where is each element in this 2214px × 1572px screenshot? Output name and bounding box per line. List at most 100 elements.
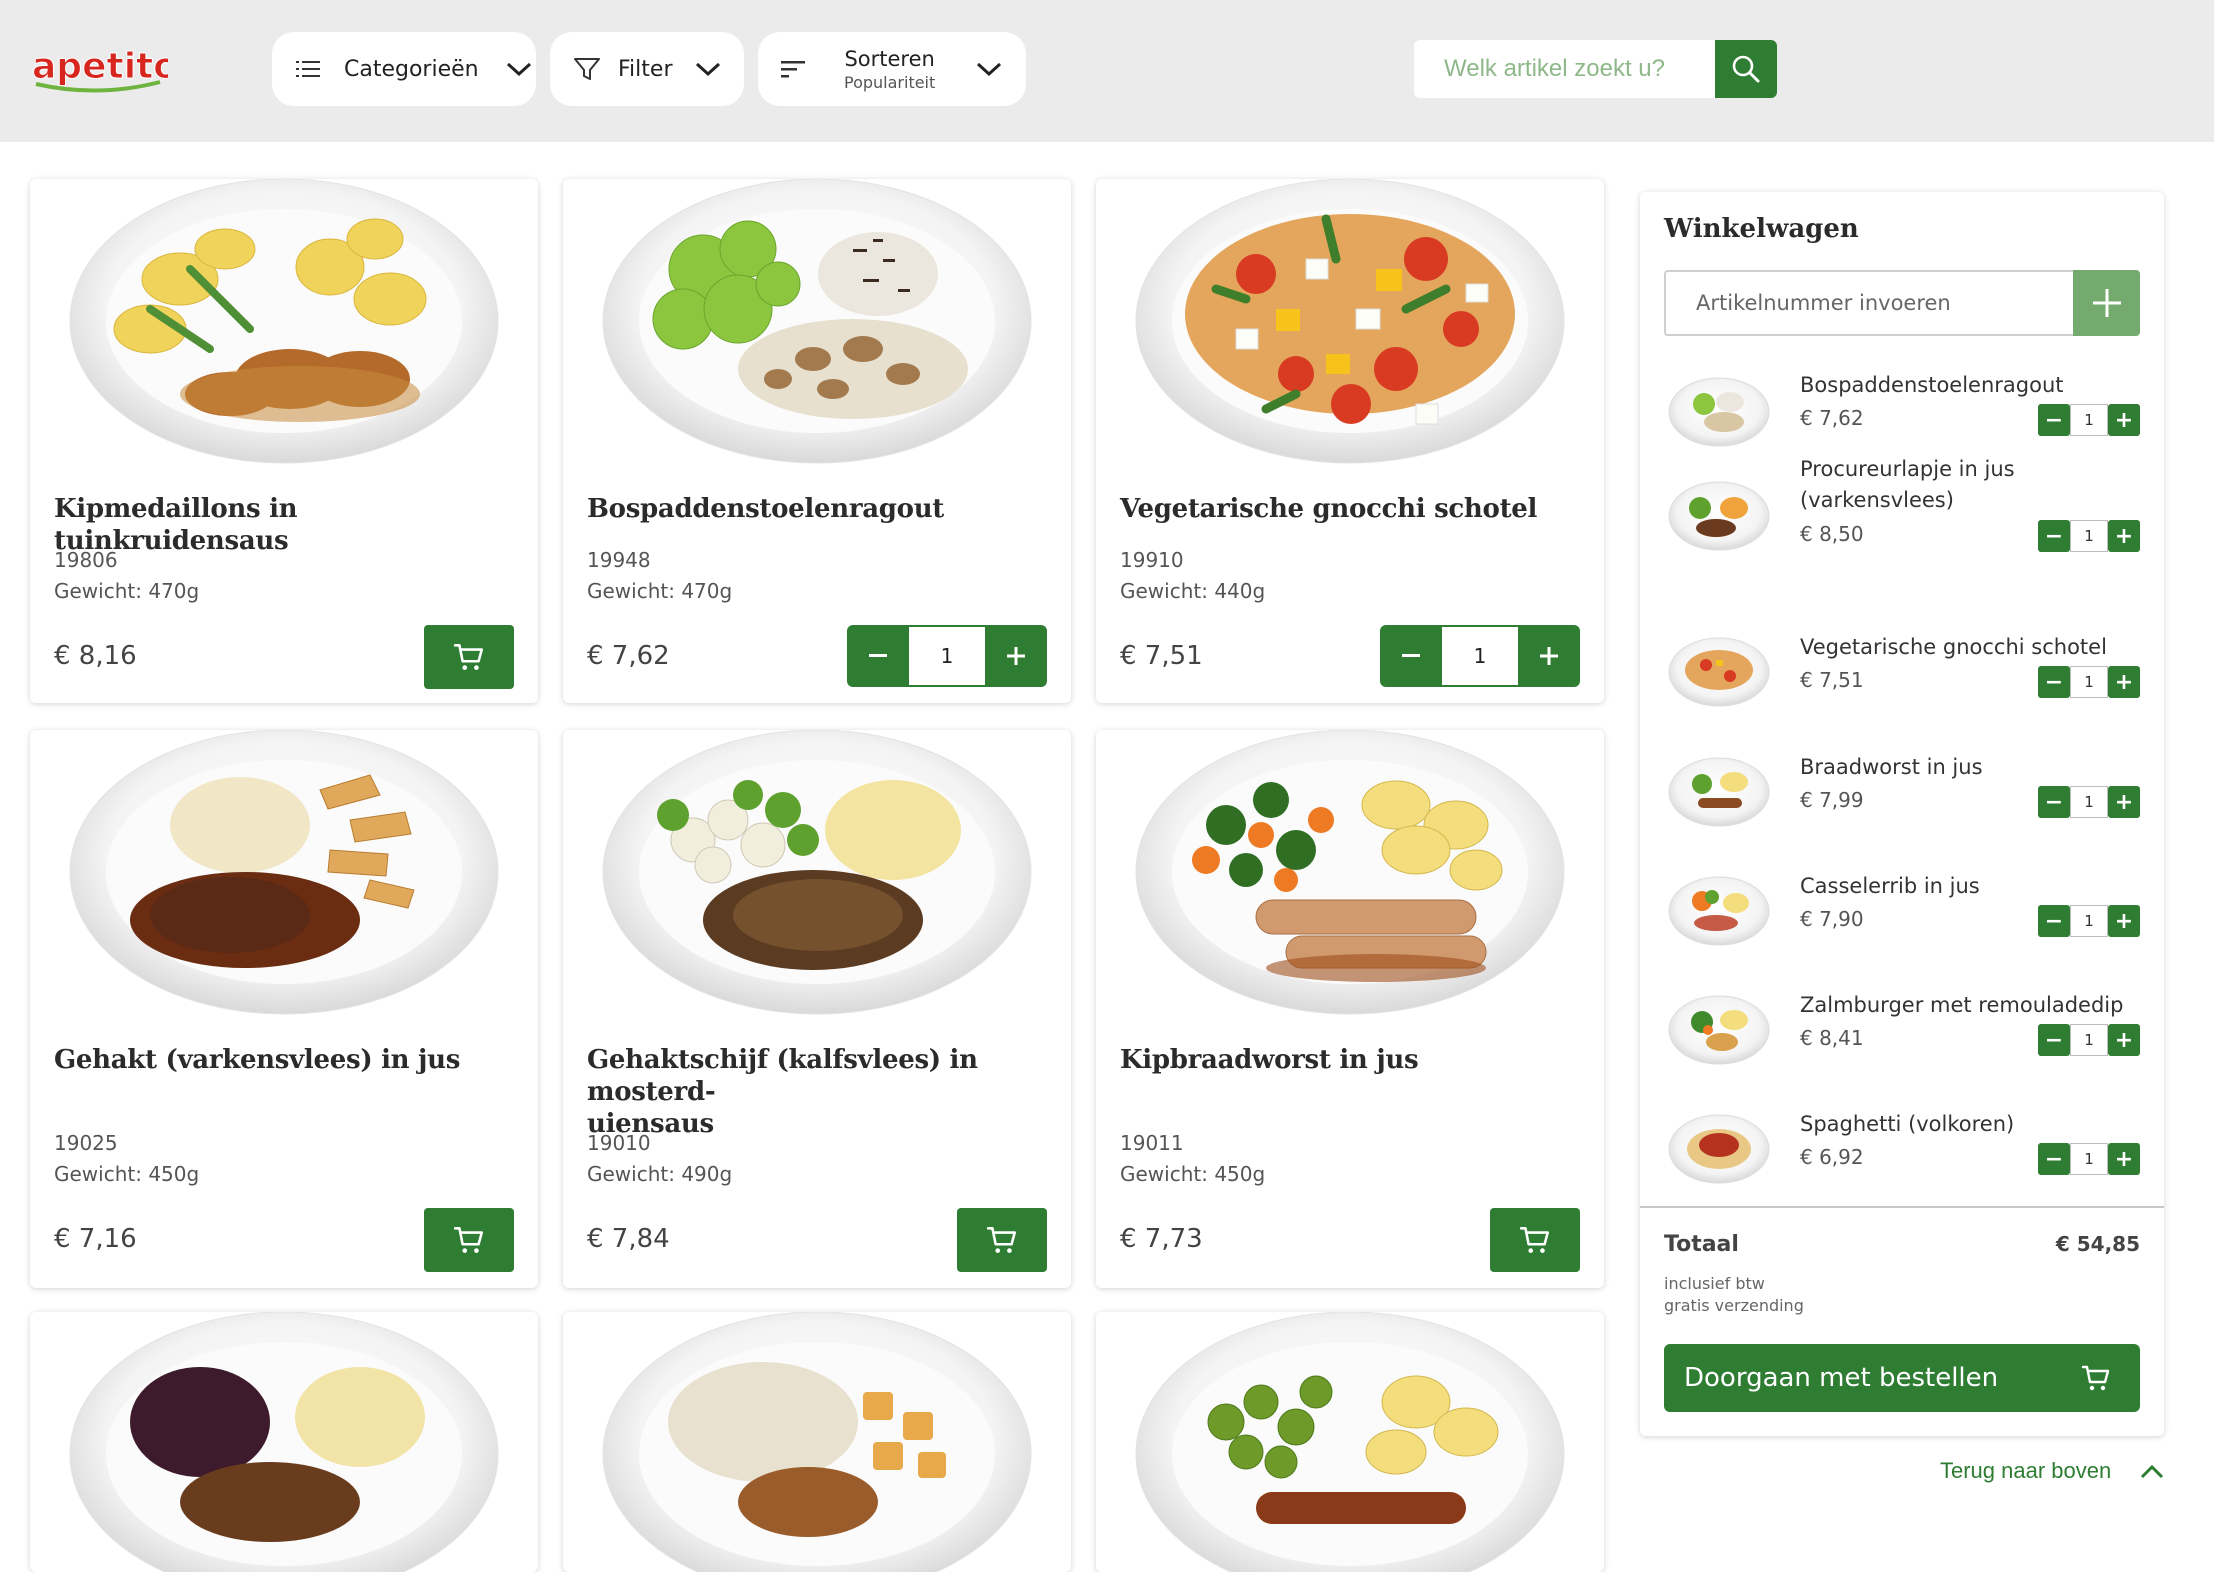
quantity-value[interactable]: 1 [2070, 1024, 2108, 1056]
checkout-button[interactable]: Doorgaan met bestellen [1664, 1344, 2140, 1412]
article-number-input[interactable] [1664, 270, 2073, 336]
increase-button[interactable]: + [2108, 520, 2140, 552]
add-article-button[interactable] [2073, 270, 2140, 336]
quantity-value[interactable]: 1 [2070, 786, 2108, 818]
product-card[interactable] [1096, 1312, 1604, 1572]
vat-note: inclusief btw [1664, 1274, 1765, 1293]
cart-item-price: € 7,51 [1800, 668, 1864, 692]
quantity-stepper[interactable]: 1 [847, 625, 1047, 687]
increase-button[interactable] [985, 625, 1047, 687]
product-card[interactable]: Gehaktschijf (kalfsvlees) in mosterd- ui… [563, 730, 1071, 1288]
divider [1640, 1206, 2164, 1208]
quantity-stepper[interactable]: − 1 + [2038, 1143, 2140, 1175]
quantity-value[interactable]: 1 [1442, 625, 1518, 687]
product-weight: Gewicht: 440g [1120, 579, 1266, 603]
product-photo[interactable] [30, 730, 538, 1020]
quantity-value[interactable]: 1 [2070, 520, 2108, 552]
product-name[interactable]: Kipbraadworst in jus [1120, 1044, 1580, 1076]
quantity-stepper[interactable]: − 1 + [2038, 905, 2140, 937]
decrease-button[interactable] [847, 625, 909, 687]
product-photo[interactable] [30, 1312, 538, 1572]
cart-item-thumbnail[interactable] [1664, 990, 1774, 1070]
product-photo[interactable] [563, 1312, 1071, 1572]
product-name[interactable]: Gehaktschijf (kalfsvlees) in mosterd- ui… [587, 1044, 1047, 1140]
product-card[interactable] [563, 1312, 1071, 1572]
cart-item-name: Braadworst in jus [1800, 755, 1983, 779]
decrease-button[interactable]: − [2038, 520, 2070, 552]
decrease-button[interactable]: − [2038, 905, 2070, 937]
search-button[interactable] [1715, 40, 1777, 98]
quantity-stepper[interactable]: − 1 + [2038, 1024, 2140, 1056]
increase-button[interactable]: + [2108, 404, 2140, 436]
sort-dropdown[interactable]: Sorteren Populariteit [758, 32, 1026, 106]
quantity-value[interactable]: 1 [2070, 666, 2108, 698]
categories-dropdown[interactable]: Categorieën [272, 32, 536, 106]
apetito-logo[interactable]: apetito [28, 40, 178, 96]
product-name[interactable]: Bospaddenstoelenragout [587, 493, 1047, 525]
quantity-stepper[interactable]: − 1 + [2038, 520, 2140, 552]
cart-item-thumbnail[interactable] [1664, 752, 1774, 832]
cart-item-thumbnail[interactable] [1664, 632, 1774, 712]
product-price: € 7,84 [587, 1224, 670, 1254]
product-price: € 7,62 [587, 641, 670, 671]
quantity-value[interactable]: 1 [2070, 905, 2108, 937]
product-photo[interactable] [30, 179, 538, 469]
decrease-button[interactable]: − [2038, 1024, 2070, 1056]
decrease-button[interactable]: − [2038, 1143, 2070, 1175]
cart-item-thumbnail[interactable] [1664, 871, 1774, 951]
increase-button[interactable]: + [2108, 1143, 2140, 1175]
product-card[interactable]: Gehakt (varkensvlees) in jus 19025 Gewic… [30, 730, 538, 1288]
product-card[interactable]: Vegetarische gnocchi schotel 19910 Gewic… [1096, 179, 1604, 703]
product-card[interactable]: Kipbraadworst in jus 19011 Gewicht: 450g… [1096, 730, 1604, 1288]
search-input[interactable] [1414, 40, 1716, 98]
decrease-button[interactable]: − [2038, 666, 2070, 698]
product-card[interactable]: Kipmedaillons in tuinkruidensaus 19806 G… [30, 179, 538, 703]
increase-button[interactable]: + [2108, 786, 2140, 818]
product-code: 19011 [1120, 1131, 1184, 1155]
product-weight: Gewicht: 450g [1120, 1162, 1266, 1186]
total-value: € 54,85 [2055, 1232, 2140, 1256]
decrease-button[interactable]: − [2038, 786, 2070, 818]
quantity-stepper[interactable]: 1 [1380, 625, 1580, 687]
cart-item-price: € 6,92 [1800, 1145, 1864, 1169]
cart-item-thumbnail[interactable] [1664, 1109, 1774, 1189]
product-card[interactable]: Bospaddenstoelenragout 19948 Gewicht: 47… [563, 179, 1071, 703]
increase-button[interactable]: + [2108, 666, 2140, 698]
cart-item-thumbnail[interactable] [1664, 372, 1774, 452]
product-photo[interactable] [1096, 179, 1604, 469]
quantity-value[interactable]: 1 [909, 625, 985, 687]
total-label: Totaal [1664, 1232, 1739, 1257]
quantity-stepper[interactable]: − 1 + [2038, 786, 2140, 818]
quantity-stepper[interactable]: − 1 + [2038, 404, 2140, 436]
product-card[interactable] [30, 1312, 538, 1572]
chevron-up-icon[interactable] [2138, 1462, 2166, 1482]
add-to-cart-button[interactable] [424, 1208, 514, 1272]
product-name[interactable]: Gehakt (varkensvlees) in jus [54, 1044, 514, 1076]
add-to-cart-button[interactable] [424, 625, 514, 689]
back-to-top-link[interactable]: Terug naar boven [1940, 1458, 2111, 1484]
product-name[interactable]: Kipmedaillons in tuinkruidensaus [54, 493, 514, 557]
chevron-down-icon [506, 62, 531, 77]
increase-button[interactable] [1518, 625, 1580, 687]
product-photo[interactable] [563, 730, 1071, 1020]
cart-item-name: Zalmburger met remouladedip [1800, 993, 2124, 1017]
quantity-value[interactable]: 1 [2070, 1143, 2108, 1175]
increase-button[interactable]: + [2108, 1024, 2140, 1056]
chevron-down-icon [696, 62, 721, 77]
product-photo[interactable] [1096, 730, 1604, 1020]
quantity-value[interactable]: 1 [2070, 404, 2108, 436]
quantity-stepper[interactable]: − 1 + [2038, 666, 2140, 698]
product-code: 19948 [587, 548, 651, 572]
product-name[interactable]: Vegetarische gnocchi schotel [1120, 493, 1580, 525]
cart-item-thumbnail[interactable] [1664, 476, 1774, 556]
product-photo[interactable] [563, 179, 1071, 469]
decrease-button[interactable]: − [2038, 404, 2070, 436]
add-to-cart-button[interactable] [1490, 1208, 1580, 1272]
cart-item-price: € 8,41 [1800, 1026, 1864, 1050]
filter-dropdown[interactable]: Filter [550, 32, 744, 106]
decrease-button[interactable] [1380, 625, 1442, 687]
cart-item-price: € 7,90 [1800, 907, 1864, 931]
add-to-cart-button[interactable] [957, 1208, 1047, 1272]
product-photo[interactable] [1096, 1312, 1604, 1572]
increase-button[interactable]: + [2108, 905, 2140, 937]
